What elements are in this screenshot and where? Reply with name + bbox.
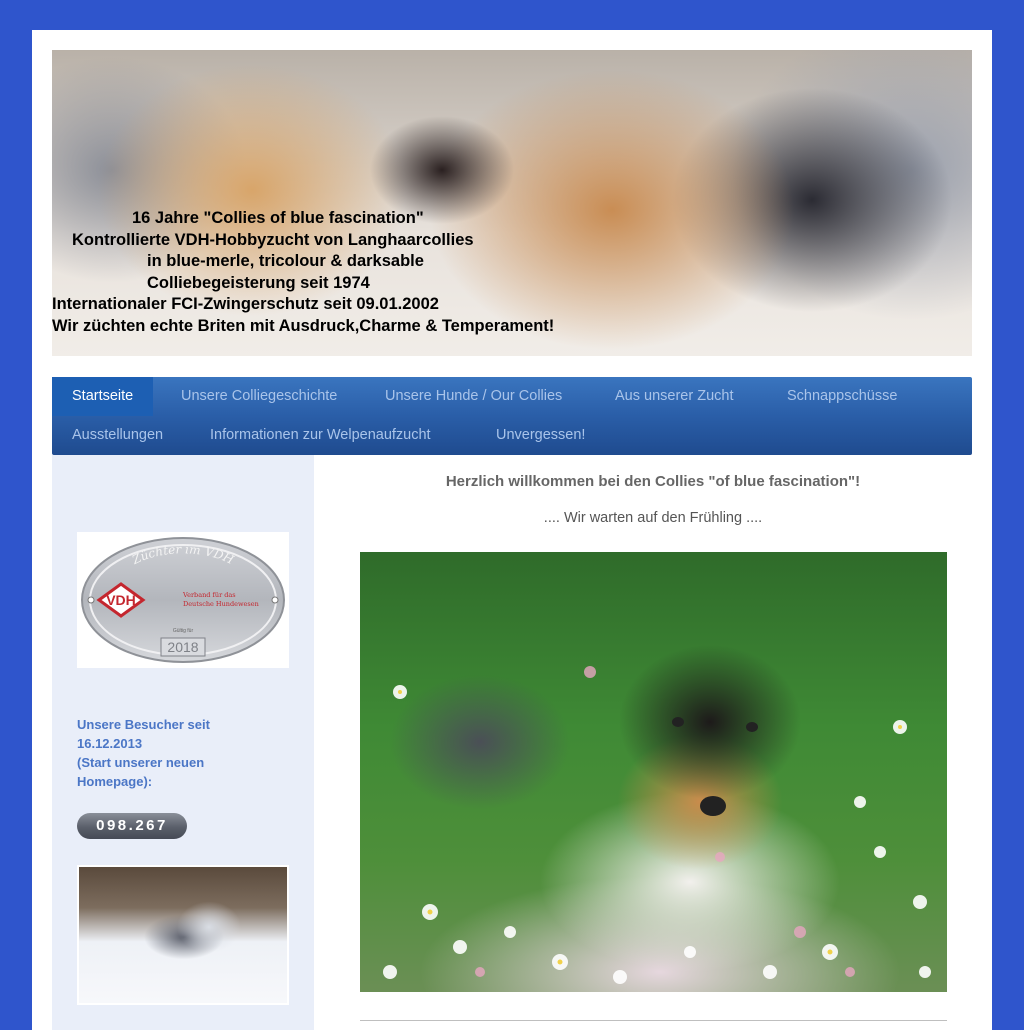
sidebar: Züchter im VDH VDH Verband für das Deuts… (52, 455, 314, 1030)
nav-item-unsere-hunde[interactable]: Unsere Hunde / Our Collies (365, 377, 582, 416)
vdh-org-line2: Deutsche Hundewesen (183, 600, 259, 608)
vdh-breeder-badge[interactable]: Züchter im VDH VDH Verband für das Deuts… (77, 532, 289, 668)
visitor-counter: 098.267 (77, 813, 187, 839)
vdh-org-line1: Verband für das (182, 591, 236, 599)
main-navigation: Startseite Unsere Colliegeschichte Unser… (52, 377, 972, 455)
content-divider (360, 1020, 947, 1021)
nav-item-colliegeschichte[interactable]: Unsere Colliegeschichte (161, 377, 357, 416)
banner-line: Kontrollierte VDH-Hobbyzucht von Langhaa… (72, 230, 474, 249)
vdh-year: 2018 (167, 639, 198, 655)
flower-decoration (383, 666, 931, 984)
visitors-label-line: Homepage): (77, 774, 153, 789)
nav-item-startseite[interactable]: Startseite (52, 377, 154, 416)
visitors-since-label: Unsere Besucher seit 16.12.2013 (Start u… (77, 715, 277, 791)
nav-item-aus-unserer-zucht[interactable]: Aus unserer Zucht (595, 377, 753, 416)
banner-text: 16 Jahre "Collies of blue fascination" K… (52, 208, 652, 338)
banner-line: Colliebegeisterung seit 1974 (147, 273, 370, 292)
visitors-label-line: 16.12.2013 (77, 736, 143, 751)
banner-line: Internationaler FCI-Zwingerschutz seit 0… (52, 295, 439, 314)
banner-line: in blue-merle, tricolour & darksable (147, 252, 424, 271)
puppy-in-flowers-photo[interactable] (360, 552, 947, 992)
welcome-heading: Herzlich willkommen bei den Collies "of … (445, 473, 861, 490)
header-banner-image: 16 Jahre "Collies of blue fascination" K… (52, 50, 972, 356)
visitors-label-line: Unsere Besucher seit (77, 717, 210, 732)
banner-line: 16 Jahre "Collies of blue fascination" (132, 209, 424, 227)
nav-item-ausstellungen[interactable]: Ausstellungen (52, 416, 183, 455)
nav-item-schnappschuesse[interactable]: Schnappschüsse (767, 377, 917, 416)
visitors-label-line: (Start unserer neuen (77, 755, 205, 770)
vdh-badge-graphic: Züchter im VDH VDH Verband für das Deuts… (81, 537, 285, 663)
banner-line: Wir züchten echte Briten mit Ausdruck,Ch… (52, 316, 555, 335)
welcome-subtitle: .... Wir warten auf den Frühling .... (543, 510, 763, 526)
page-container: 16 Jahre "Collies of blue fascination" K… (32, 30, 992, 1030)
vdh-logo-text: VDH (106, 592, 136, 608)
vdh-valid-label: Gültig für (173, 628, 194, 634)
collie-snow-photo[interactable] (77, 865, 289, 1005)
nav-item-unvergessen[interactable]: Unvergessen! (476, 416, 605, 455)
nav-item-welpenaufzucht[interactable]: Informationen zur Welpenaufzucht (190, 416, 451, 455)
